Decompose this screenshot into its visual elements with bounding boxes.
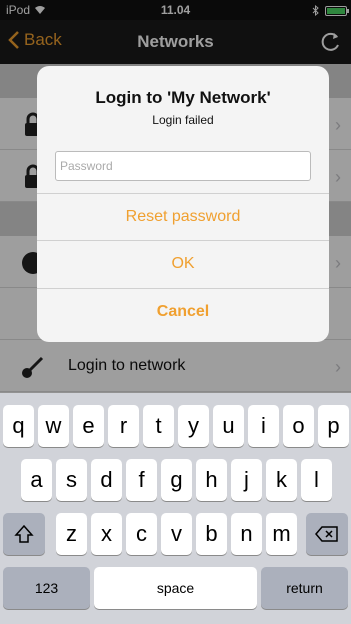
space-key[interactable]: space	[94, 567, 257, 609]
alert-title: Login to 'My Network'	[95, 88, 271, 107]
key-l[interactable]: l	[301, 459, 332, 501]
key-c[interactable]: c	[126, 513, 157, 555]
key-x[interactable]: x	[91, 513, 122, 555]
key-m[interactable]: m	[266, 513, 297, 555]
key-i[interactable]: i	[248, 405, 279, 447]
ok-button[interactable]: OK	[37, 240, 329, 287]
key-v[interactable]: v	[161, 513, 192, 555]
shift-key[interactable]	[3, 513, 45, 555]
key-y[interactable]: y	[178, 405, 209, 447]
key-u[interactable]: u	[213, 405, 244, 447]
key-h[interactable]: h	[196, 459, 227, 501]
key-j[interactable]: j	[231, 459, 262, 501]
key-r[interactable]: r	[108, 405, 139, 447]
key-d[interactable]: d	[91, 459, 122, 501]
key-b[interactable]: b	[196, 513, 227, 555]
key-f[interactable]: f	[126, 459, 157, 501]
key-g[interactable]: g	[161, 459, 192, 501]
key-s[interactable]: s	[56, 459, 87, 501]
login-alert: Login to 'My Network' Login failed Reset…	[37, 66, 329, 342]
return-key[interactable]: return	[261, 567, 348, 609]
key-t[interactable]: t	[143, 405, 174, 447]
key-a[interactable]: a	[21, 459, 52, 501]
key-o[interactable]: o	[283, 405, 314, 447]
reset-password-button[interactable]: Reset password	[37, 193, 329, 240]
delete-key[interactable]	[306, 513, 348, 555]
key-n[interactable]: n	[231, 513, 262, 555]
keyboard: q w e r t y u i o p a s d f g h j k l z …	[0, 393, 351, 624]
key-k[interactable]: k	[266, 459, 297, 501]
key-z[interactable]: z	[56, 513, 87, 555]
key-e[interactable]: e	[73, 405, 104, 447]
password-field[interactable]	[55, 151, 311, 181]
key-w[interactable]: w	[38, 405, 69, 447]
numbers-key[interactable]: 123	[3, 567, 90, 609]
alert-message: Login failed	[152, 113, 214, 127]
cancel-button[interactable]: Cancel	[37, 288, 329, 335]
key-p[interactable]: p	[318, 405, 349, 447]
key-q[interactable]: q	[3, 405, 34, 447]
backspace-icon	[315, 526, 338, 542]
shift-icon	[14, 524, 34, 543]
